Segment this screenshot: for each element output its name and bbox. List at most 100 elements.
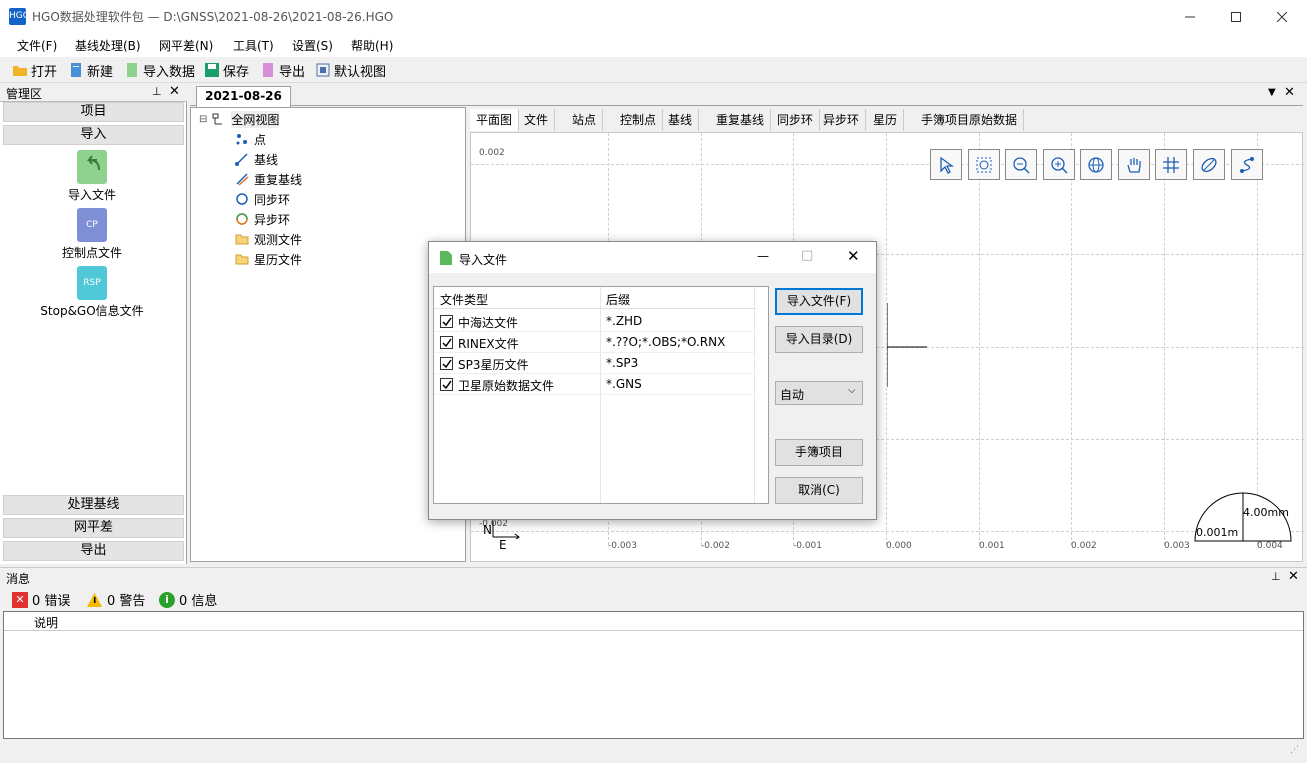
tab-async-loops[interactable]: 异步环: [817, 109, 867, 131]
checkbox[interactable]: [440, 315, 453, 328]
dialog-minimize-button[interactable]: —: [757, 249, 769, 263]
close-icon[interactable]: ✕: [169, 84, 180, 99]
list-item[interactable]: RINEX文件 *.??O;*.OBS;*O.RNX: [434, 332, 756, 353]
document-tabbar: ▼ ✕: [190, 84, 1303, 106]
east-label: E: [499, 538, 507, 552]
async-loop-icon: [236, 213, 248, 225]
tree-item-repeat-baselines[interactable]: 重复基线: [235, 169, 302, 189]
section-export[interactable]: 导出: [3, 541, 184, 561]
minimize-button[interactable]: [1167, 0, 1213, 33]
zoom-out-icon[interactable]: [1005, 149, 1037, 180]
import-file-button[interactable]: 导入文件(F): [775, 288, 863, 315]
dialog-title: 导入文件: [459, 253, 508, 267]
warnings-filter[interactable]: 0 警告: [86, 590, 145, 609]
pointer-icon[interactable]: [930, 149, 962, 180]
maximize-button[interactable]: [1213, 0, 1259, 33]
view-tabs: 平面图 文件 站点 控制点 基线 重复基线 同步环 异步环 星历 手簿项目原始数…: [470, 109, 1303, 131]
tree-item-sync-loops[interactable]: 同步环: [235, 189, 290, 209]
x-tick: 0.003: [1164, 541, 1190, 551]
x-tick: 0.001: [979, 541, 1005, 551]
tree-item-async-loops[interactable]: 异步环: [235, 209, 290, 229]
control-point-file-item[interactable]: CP 控制点文件: [0, 208, 184, 261]
tab-plan[interactable]: 平面图: [470, 109, 520, 131]
tree-root[interactable]: ⊟ 全网视图: [199, 109, 280, 129]
tab-files[interactable]: 文件: [518, 109, 556, 131]
resize-grip-icon[interactable]: ⋰: [1290, 745, 1299, 755]
document-tab[interactable]: 2021-08-26: [196, 86, 291, 107]
toolbar: 打开 新建 导入数据 保存 导出 默认视图: [0, 57, 1307, 83]
menu-tools[interactable]: 工具(T): [233, 37, 274, 54]
new-button[interactable]: 新建: [68, 60, 113, 80]
file-type-list[interactable]: 文件类型 后缀 中海达文件 *.ZHD RINEX文件 *.??O;*.OBS;*O…: [433, 286, 769, 504]
network-icon[interactable]: [1231, 149, 1263, 180]
zoom-box-icon[interactable]: [968, 149, 1000, 180]
col-suffix[interactable]: 后缀: [606, 291, 630, 308]
dialog-titlebar: 导入文件 — □ ✕: [429, 242, 876, 273]
infos-filter[interactable]: i0 信息: [159, 590, 217, 609]
handbook-project-button[interactable]: 手簿项目: [775, 439, 863, 466]
tree-item-baselines[interactable]: 基线: [235, 149, 278, 169]
import-file-item[interactable]: 导入文件: [0, 150, 184, 203]
section-import[interactable]: 导入: [3, 125, 184, 145]
checkbox[interactable]: [440, 378, 453, 391]
collapse-icon[interactable]: ⊟: [199, 114, 207, 125]
management-panel: 管理区 ⊥ ✕ 项目 导入 导入文件 CP 控制点文件 RSP Stop&GO信…: [0, 84, 187, 564]
tab-control-points[interactable]: 控制点: [614, 109, 664, 131]
tab-stations[interactable]: 站点: [566, 109, 604, 131]
list-item[interactable]: 中海达文件 *.ZHD: [434, 311, 756, 332]
stopgo-file-item[interactable]: RSP Stop&GO信息文件: [0, 266, 184, 319]
mode-select[interactable]: 自动 ⌵: [775, 381, 863, 405]
section-network-adjustment[interactable]: 网平差: [3, 518, 184, 538]
dialog-close-button[interactable]: ✕: [847, 247, 860, 265]
title-bar: HGO HGO数据处理软件包 — D:\GNSS\2021-08-26\2021…: [0, 0, 1307, 33]
section-process-baseline[interactable]: 处理基线: [3, 495, 184, 515]
import-data-button[interactable]: 导入数据: [124, 60, 195, 80]
col-file-type[interactable]: 文件类型: [440, 291, 488, 308]
x-tick: 0.000: [886, 541, 912, 551]
tree-item-ephemeris-files[interactable]: 星历文件: [235, 249, 302, 269]
dropdown-icon[interactable]: ▼: [1268, 87, 1276, 98]
folder-icon: [235, 254, 249, 265]
import-directory-button[interactable]: 导入目录(D): [775, 326, 863, 353]
message-panel-title: 消息: [6, 572, 31, 586]
globe-icon[interactable]: [1080, 149, 1112, 180]
checkbox[interactable]: [440, 357, 453, 370]
pan-hand-icon[interactable]: [1118, 149, 1150, 180]
message-list[interactable]: 说明: [3, 611, 1304, 739]
tab-repeat-baselines[interactable]: 重复基线: [710, 109, 772, 131]
open-button[interactable]: 打开: [12, 60, 57, 80]
pin-icon[interactable]: ⊥: [152, 85, 162, 98]
pin-icon[interactable]: ⊥: [1271, 570, 1281, 583]
errors-filter[interactable]: ✕ 0 错误: [12, 590, 70, 609]
list-item[interactable]: SP3星历文件 *.SP3: [434, 353, 756, 374]
checkbox[interactable]: [440, 336, 453, 349]
panel-header: 管理区 ⊥ ✕: [0, 84, 187, 102]
new-file-icon: [68, 62, 84, 78]
grid-icon[interactable]: [1155, 149, 1187, 180]
menu-settings[interactable]: 设置(S): [292, 37, 333, 54]
menu-help[interactable]: 帮助(H): [351, 37, 393, 54]
tab-ephemeris[interactable]: 星历: [867, 109, 905, 131]
save-button[interactable]: 保存: [204, 60, 249, 80]
menu-adjustment[interactable]: 网平差(N): [159, 37, 213, 54]
default-view-button[interactable]: 默认视图: [315, 60, 386, 80]
tab-sync-loops[interactable]: 同步环: [771, 109, 821, 131]
tree-item-obs-files[interactable]: 观测文件: [235, 229, 302, 249]
zoom-in-icon[interactable]: [1043, 149, 1075, 180]
ellipse-icon[interactable]: [1193, 149, 1225, 180]
network-tree-icon: [212, 112, 226, 126]
tree-item-points[interactable]: 点: [235, 129, 266, 149]
app-icon: HGO: [9, 8, 30, 25]
close-doc-icon[interactable]: ✕: [1284, 85, 1295, 100]
close-icon[interactable]: ✕: [1288, 569, 1299, 584]
col-description[interactable]: 说明: [34, 614, 58, 631]
menu-baseline[interactable]: 基线处理(B): [75, 37, 141, 54]
section-project[interactable]: 项目: [3, 102, 184, 122]
cancel-button[interactable]: 取消(C): [775, 477, 863, 504]
export-button[interactable]: 导出: [260, 60, 305, 80]
list-item[interactable]: 卫星原始数据文件 *.GNS: [434, 374, 756, 395]
tab-handbook-raw[interactable]: 手簿项目原始数据: [915, 109, 1025, 131]
tab-baselines[interactable]: 基线: [662, 109, 700, 131]
menu-file[interactable]: 文件(F): [17, 37, 57, 54]
close-button[interactable]: [1259, 0, 1305, 33]
